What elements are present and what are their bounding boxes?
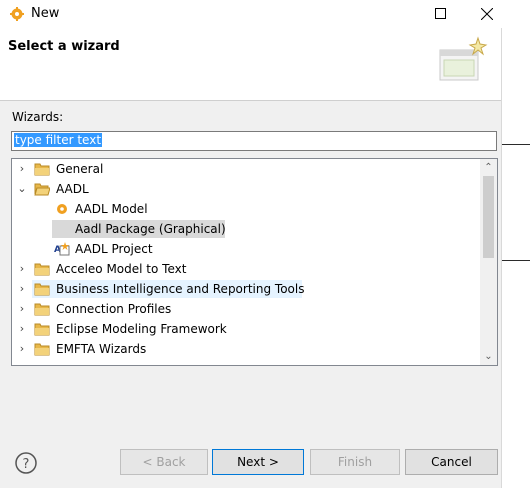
tree-item-label: AADL Project bbox=[75, 242, 153, 256]
chevron-down-icon[interactable]: ⌄ bbox=[16, 179, 28, 199]
divider bbox=[502, 260, 530, 261]
next-button[interactable]: Next > bbox=[212, 449, 304, 475]
cancel-button[interactable]: Cancel bbox=[405, 449, 498, 475]
help-icon[interactable]: ? bbox=[14, 451, 38, 475]
folder-icon bbox=[34, 343, 50, 356]
background-window-strip bbox=[501, 28, 530, 488]
scroll-up-icon[interactable]: ⌃ bbox=[480, 159, 497, 176]
finish-button[interactable]: Finish bbox=[310, 449, 400, 475]
chevron-right-icon[interactable]: › bbox=[16, 279, 28, 299]
back-button[interactable]: < Back bbox=[120, 449, 208, 475]
chevron-right-icon[interactable]: › bbox=[16, 339, 28, 359]
divider bbox=[502, 144, 530, 145]
tree-item-label: AADL Model bbox=[75, 202, 148, 216]
tree-item-acceleo[interactable]: › Acceleo Model to Text bbox=[12, 259, 480, 279]
filter-text: type filter text bbox=[14, 133, 103, 147]
folder-icon bbox=[34, 323, 50, 336]
svg-text:?: ? bbox=[23, 457, 30, 472]
wizard-tree[interactable]: › General ⌄ AADL AADL Model Aadl Package… bbox=[11, 158, 498, 366]
new-wizard-banner-icon bbox=[439, 36, 488, 81]
tree-item-label: AADL bbox=[56, 182, 89, 196]
tree-item-general[interactable]: › General bbox=[12, 159, 480, 179]
chevron-right-icon[interactable]: › bbox=[16, 259, 28, 279]
folder-icon bbox=[34, 263, 50, 276]
title-bar: New bbox=[0, 0, 530, 28]
scroll-down-icon[interactable]: ⌄ bbox=[480, 348, 497, 365]
tree-item-label: General bbox=[56, 162, 104, 176]
tree-item-label: Connection Profiles bbox=[56, 302, 172, 316]
tree-item-aadl[interactable]: ⌄ AADL bbox=[12, 179, 480, 199]
tree-item-label: Eclipse Modeling Framework bbox=[56, 322, 227, 336]
tree-item-emf[interactable]: › Eclipse Modeling Framework bbox=[12, 319, 480, 339]
tree-item-birt[interactable]: › Business Intelligence and Reporting To… bbox=[12, 279, 480, 299]
folder-icon bbox=[34, 303, 50, 316]
tree-item-label: Acceleo Model to Text bbox=[56, 262, 187, 276]
filter-input[interactable]: type filter text bbox=[11, 131, 497, 151]
maximize-icon bbox=[435, 8, 446, 19]
maximize-button[interactable] bbox=[418, 0, 464, 28]
close-icon bbox=[481, 8, 493, 20]
tree-item-aadl-project[interactable]: A AADL Project bbox=[12, 239, 480, 259]
eclipse-gear-icon bbox=[10, 7, 24, 21]
chevron-right-icon[interactable]: › bbox=[16, 159, 28, 179]
tree-item-label: Aadl Package (Graphical) bbox=[75, 222, 226, 236]
wizard-content: Wizards: type filter text › General ⌄ AA… bbox=[0, 101, 501, 488]
tree-item-aadl-model[interactable]: AADL Model bbox=[12, 199, 480, 219]
tree-scrollbar[interactable]: ⌃ ⌄ bbox=[480, 159, 497, 365]
tree-item-aadl-package-graphical[interactable]: Aadl Package (Graphical) bbox=[12, 219, 480, 239]
tree-item-connection-profiles[interactable]: › Connection Profiles bbox=[12, 299, 480, 319]
chevron-right-icon[interactable]: › bbox=[16, 299, 28, 319]
folder-icon bbox=[34, 283, 50, 296]
close-button[interactable] bbox=[464, 0, 510, 28]
folder-icon bbox=[34, 163, 50, 176]
wizards-label: Wizards: bbox=[12, 110, 64, 124]
aadl-project-icon: A bbox=[54, 242, 70, 256]
tree-item-label: Business Intelligence and Reporting Tool… bbox=[56, 282, 305, 296]
window-title: New bbox=[31, 6, 60, 21]
chevron-right-icon[interactable]: › bbox=[16, 319, 28, 339]
scroll-thumb[interactable] bbox=[483, 176, 494, 258]
tree-item-emfta-wizards[interactable]: › EMFTA Wizards bbox=[12, 339, 480, 359]
page-title: Select a wizard bbox=[8, 39, 120, 54]
aadl-model-icon bbox=[57, 204, 67, 214]
wizard-banner: Select a wizard bbox=[0, 28, 501, 101]
folder-open-icon bbox=[34, 183, 50, 196]
tree-item-label: EMFTA Wizards bbox=[56, 342, 147, 356]
